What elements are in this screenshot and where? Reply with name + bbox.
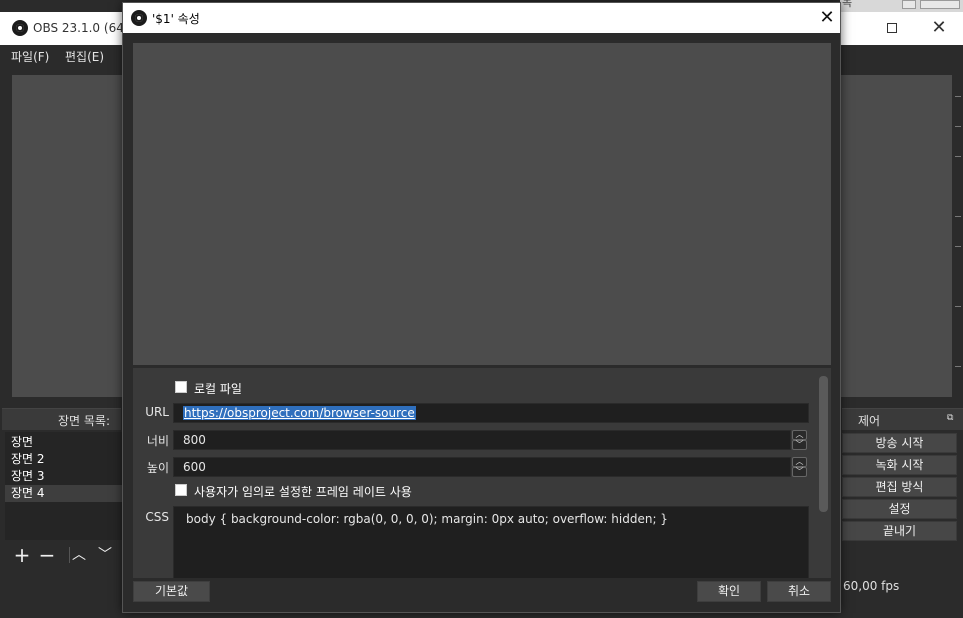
top-strip-dropdown-partial: 녹 xyxy=(840,0,963,12)
height-label: 높이 xyxy=(146,461,169,475)
width-spinner[interactable]: ︿ ﹀ xyxy=(792,430,807,450)
dialog-title: '$1' 속성 xyxy=(152,12,200,26)
scenes-panel-header: 장면 목록: xyxy=(2,408,121,430)
controls-panel-header: 제어 ⧉ xyxy=(842,408,963,430)
start-recording-button[interactable]: 녹화 시작 xyxy=(842,455,957,475)
add-scene-button[interactable]: + xyxy=(11,542,33,568)
remove-scene-button[interactable]: − xyxy=(36,542,58,568)
dialog-close-icon[interactable]: ✕ xyxy=(817,7,837,29)
css-textarea[interactable]: body { background-color: rgba(0, 0, 0, 0… xyxy=(173,506,809,578)
scenes-list[interactable]: 장면 장면 2 장면 3 장면 4 xyxy=(5,432,123,540)
main-window-title: OBS 23.1.0 (64- xyxy=(33,21,129,35)
height-input[interactable]: 600 xyxy=(173,457,791,477)
scene-item-selected[interactable]: 장면 4 xyxy=(5,485,123,502)
start-streaming-button[interactable]: 방송 시작 xyxy=(842,433,957,453)
custom-fps-label: 사용자가 임의로 설정한 프레임 레이트 사용 xyxy=(194,485,412,499)
exit-button[interactable]: 끝내기 xyxy=(842,521,957,541)
move-scene-up-button[interactable]: ︿ xyxy=(68,542,90,568)
url-value-selected: https://obsproject.com/browser-source xyxy=(183,406,416,420)
scene-item[interactable]: 장면 3 xyxy=(5,468,123,485)
fps-readout: 60,00 fps xyxy=(843,579,900,593)
obs-logo-icon xyxy=(131,10,147,26)
studio-mode-button[interactable]: 편집 방식 xyxy=(842,477,957,497)
height-decrement-icon[interactable]: ﹀ xyxy=(792,467,807,477)
settings-button[interactable]: 설정 xyxy=(842,499,957,519)
menu-edit[interactable]: 편집(E) xyxy=(65,48,104,65)
local-file-label: 로컬 파일 xyxy=(194,382,242,396)
scene-item[interactable]: 장면 2 xyxy=(5,451,123,468)
url-label: URL xyxy=(145,405,169,419)
dialog-titlebar: '$1' 속성 ✕ xyxy=(123,3,840,33)
scenes-toolbar: + − ︿ ﹀ xyxy=(5,542,123,568)
properties-scrollbar[interactable] xyxy=(819,376,828,512)
width-label: 너비 xyxy=(146,434,169,448)
properties-panel: 로컬 파일 URL https://obsproject.com/browser… xyxy=(133,368,831,578)
source-preview xyxy=(133,43,831,365)
obs-logo-icon xyxy=(12,20,28,36)
scenes-panel-title: 장면 목록: xyxy=(58,414,111,428)
maximize-icon[interactable] xyxy=(882,18,902,38)
main-close-icon[interactable]: ✕ xyxy=(928,17,950,39)
width-decrement-icon[interactable]: ﹀ xyxy=(792,440,807,450)
defaults-button[interactable]: 기본값 xyxy=(133,581,210,602)
height-spinner[interactable]: ︿ ﹀ xyxy=(792,457,807,477)
move-scene-down-button[interactable]: ﹀ xyxy=(94,542,116,568)
cancel-button[interactable]: 취소 xyxy=(767,581,831,602)
height-increment-icon[interactable]: ︿ xyxy=(792,457,807,467)
local-file-checkbox[interactable] xyxy=(175,381,187,393)
menu-file[interactable]: 파일(F) xyxy=(11,48,49,65)
properties-dialog: '$1' 속성 ✕ 로컬 파일 URL https://obsproject.c… xyxy=(122,2,841,613)
scene-item[interactable]: 장면 xyxy=(5,434,123,451)
right-edge-ticks xyxy=(955,96,963,416)
custom-fps-checkbox[interactable] xyxy=(175,484,187,496)
ok-button[interactable]: 확인 xyxy=(697,581,761,602)
top-strip-partial-text: 녹 xyxy=(842,0,853,9)
controls-panel-title: 제어 xyxy=(858,414,881,428)
width-increment-icon[interactable]: ︿ xyxy=(792,430,807,440)
width-input[interactable]: 800 xyxy=(173,430,791,450)
css-label: CSS xyxy=(145,510,169,524)
url-input[interactable]: https://obsproject.com/browser-source xyxy=(173,403,809,423)
